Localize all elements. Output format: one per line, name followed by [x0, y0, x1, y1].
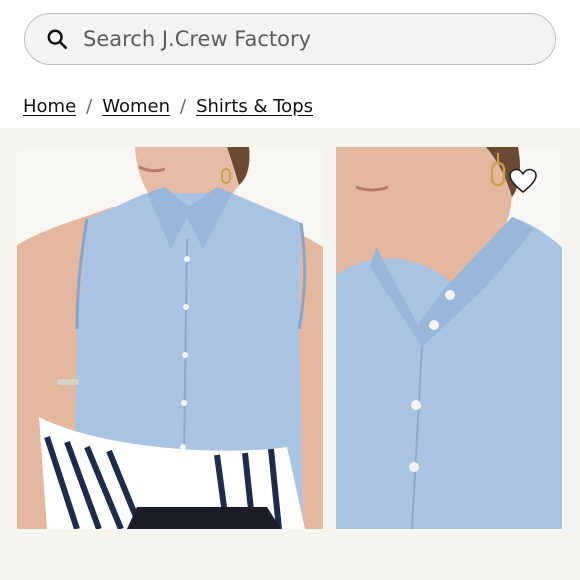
search-input[interactable]	[83, 27, 555, 51]
search-icon[interactable]	[46, 28, 68, 50]
breadcrumb-home[interactable]: Home	[23, 96, 76, 117]
product-image-front[interactable]	[17, 147, 323, 529]
breadcrumb: Home / Women / Shirts & Tops	[23, 96, 313, 117]
heart-icon[interactable]	[508, 167, 538, 195]
product-gallery	[0, 128, 580, 580]
breadcrumb-separator: /	[180, 96, 187, 117]
breadcrumb-women[interactable]: Women	[102, 96, 170, 117]
breadcrumb-separator: /	[86, 96, 93, 117]
product-image-closeup[interactable]	[336, 147, 562, 529]
breadcrumb-shirts-tops[interactable]: Shirts & Tops	[196, 96, 313, 117]
search-bar[interactable]	[24, 13, 556, 65]
